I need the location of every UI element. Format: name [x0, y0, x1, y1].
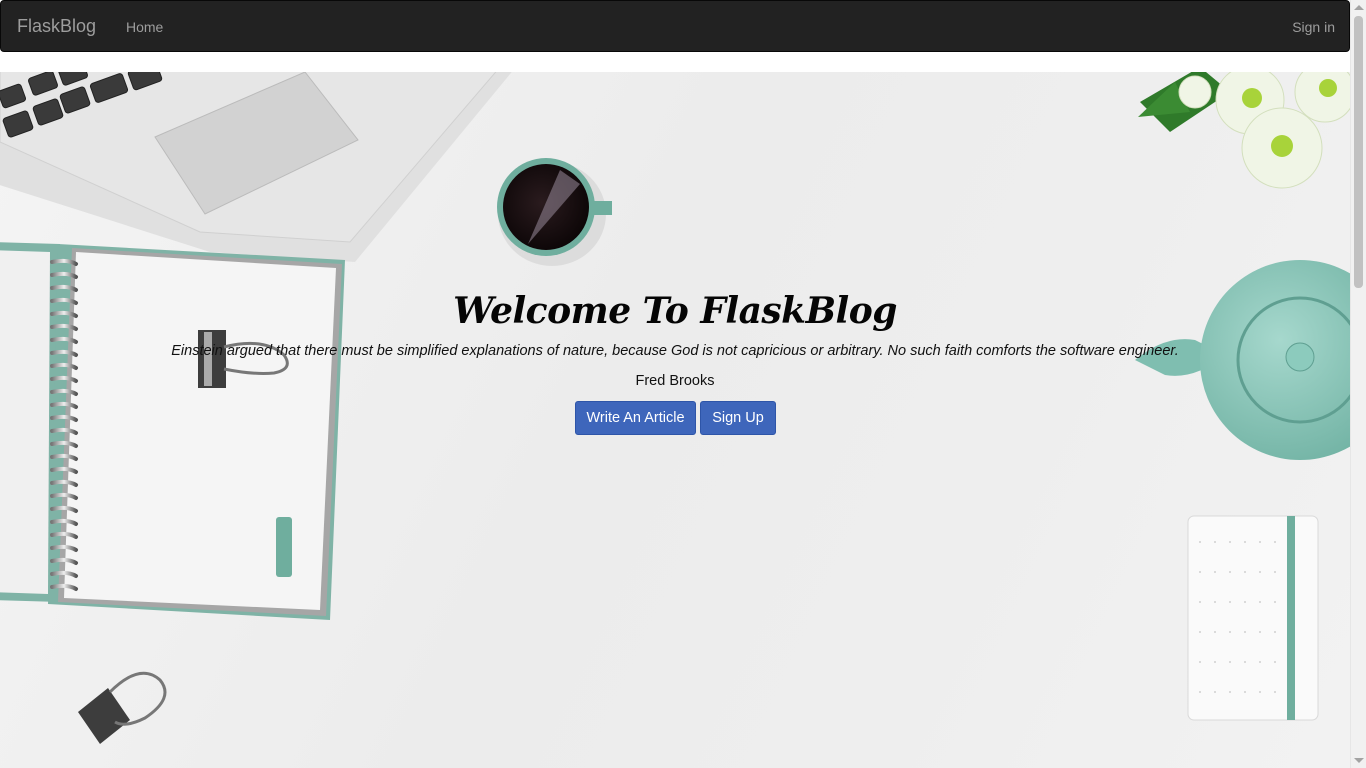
flowers-illustration: [1138, 72, 1350, 189]
hero-section: Welcome To FlaskBlog Einstein argued tha…: [0, 72, 1350, 768]
sign-up-button[interactable]: Sign Up: [700, 401, 776, 435]
laptop-illustration: [0, 72, 512, 262]
write-article-button[interactable]: Write An Article: [575, 401, 696, 435]
scroll-down-arrow-icon[interactable]: [1354, 758, 1364, 763]
hero-quote-author: Fred Brooks: [635, 373, 715, 389]
small-notebook-illustration: [1187, 515, 1319, 721]
binder-clip-illustration-2: [78, 671, 167, 744]
brand-link[interactable]: FlaskBlog: [17, 16, 96, 36]
coffee-cup-illustration: [497, 158, 612, 266]
navbar: FlaskBlog Home Sign in: [0, 0, 1350, 52]
nav-home-link[interactable]: Home: [126, 18, 163, 36]
scroll-up-arrow-icon[interactable]: [1354, 5, 1364, 10]
scrollbar-thumb[interactable]: [1354, 16, 1363, 288]
page-scrollbar[interactable]: [1350, 0, 1366, 768]
hero-quote: Einstein argued that there must be simpl…: [171, 343, 1179, 359]
hero-title: Welcome To FlaskBlog: [453, 290, 897, 332]
nav-signin-link[interactable]: Sign in: [1292, 18, 1335, 36]
